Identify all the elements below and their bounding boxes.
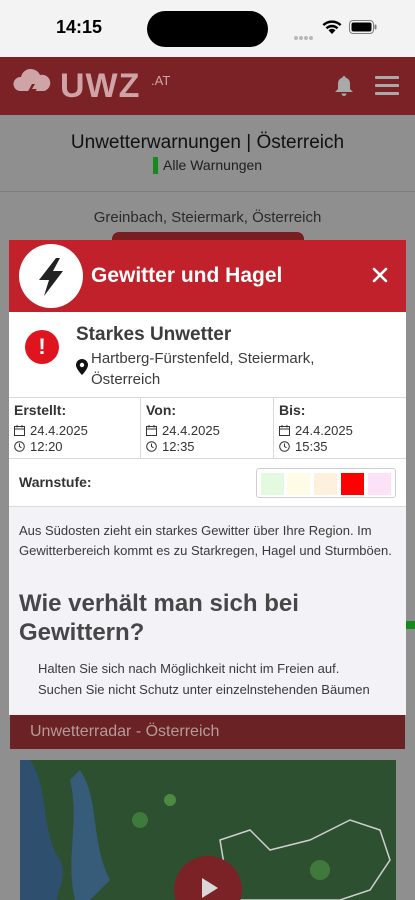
close-icon[interactable] [371, 266, 389, 284]
logo-text: UWZ [60, 67, 141, 105]
until-time: 15:35 [295, 439, 328, 454]
green-marker [405, 621, 415, 629]
from-column: Von: 24.4.2025 12:35 [141, 398, 274, 459]
warning-location: Hartberg-Fürstenfeld, Steiermark, Österr… [91, 350, 315, 388]
until-label: Bis: [279, 402, 306, 418]
created-column: Erstellt: 24.4.2025 12:20 [9, 398, 141, 459]
lightning-icon-badge [19, 244, 83, 308]
level-swatch-2 [287, 473, 310, 495]
until-date: 24.4.2025 [295, 423, 353, 438]
warning-level-row: Warnstufe: [9, 459, 406, 507]
battery-icon [349, 20, 377, 34]
modal-title: Gewitter und Hagel [91, 264, 283, 287]
severity-title: Starkes Unwetter [76, 324, 232, 345]
from-label: Von: [146, 402, 177, 418]
app-header: UWZ .AT [0, 57, 415, 115]
signal-dots-icon [294, 27, 316, 40]
time-grid: Erstellt: 24.4.2025 12:20 Von: 24.4.2025… [9, 398, 406, 459]
until-date-row: 24.4.2025 [279, 423, 353, 438]
page-title: Unwetterwarnungen | Österreich [70, 132, 345, 153]
radar-title: Unwetterradar - Österreich [30, 723, 220, 740]
level-swatch-3 [314, 473, 337, 495]
filter-label[interactable]: Alle Warnungen [153, 157, 262, 174]
advice-text: Halten Sie sich nach Möglichkeit nicht i… [38, 661, 370, 697]
dynamic-island [147, 11, 268, 47]
clock-icon [279, 441, 290, 452]
clock-icon [14, 441, 25, 452]
radar-header: Unwetterradar - Österreich [10, 715, 405, 749]
warning-description: Aus Südosten zieht ein starkes Gewitter … [19, 523, 392, 558]
until-column: Bis: 24.4.2025 15:35 [274, 398, 406, 459]
calendar-icon [279, 425, 290, 436]
created-label: Erstellt: [14, 402, 67, 418]
severity-row: ! Starkes Unwetter Hartberg-Fürstenfeld,… [9, 312, 406, 398]
created-time: 12:20 [30, 439, 63, 454]
calendar-icon [14, 425, 25, 436]
clock-icon [146, 441, 157, 452]
logo-storm-cloud-icon [13, 68, 51, 101]
lightning-icon [39, 258, 63, 296]
radar-map[interactable] [20, 760, 396, 900]
level-swatch-1 [261, 473, 284, 495]
warning-level-scale [256, 468, 396, 498]
radar-map-graphic [20, 760, 396, 900]
modal-header: Gewitter und Hagel [9, 240, 406, 312]
from-time-row: 12:35 [146, 439, 195, 454]
location-pin-icon [76, 359, 88, 375]
status-bar: 14:15 [0, 0, 415, 57]
created-time-row: 12:20 [14, 439, 63, 454]
until-time-row: 15:35 [279, 439, 328, 454]
from-date-row: 24.4.2025 [146, 423, 220, 438]
hamburger-menu-icon[interactable] [375, 76, 399, 96]
calendar-icon [146, 425, 157, 436]
status-time: 14:15 [56, 17, 103, 37]
exclamation-icon: ! [25, 330, 59, 364]
wifi-icon [322, 20, 342, 34]
created-date-row: 24.4.2025 [14, 423, 88, 438]
level-swatch-4 [341, 473, 364, 495]
logo-suffix: .AT [151, 73, 171, 88]
advice-heading: Wie verhält man sich bei Gewittern? [19, 590, 299, 646]
page-title-card: Unwetterwarnungen | Österreich Alle Warn… [0, 115, 415, 192]
bell-icon[interactable] [334, 75, 354, 97]
from-time: 12:35 [162, 439, 195, 454]
warning-body: Aus Südosten zieht ein starkes Gewitter … [9, 507, 406, 715]
location-heading: Greinbach, Steiermark, Österreich [93, 209, 322, 226]
level-swatch-5 [368, 473, 391, 495]
warnstufe-label: Warnstufe: [19, 474, 92, 490]
created-date: 24.4.2025 [30, 423, 88, 438]
from-date: 24.4.2025 [162, 423, 220, 438]
warning-detail-modal: Gewitter und Hagel ! Starkes Unwetter Ha… [9, 240, 406, 715]
